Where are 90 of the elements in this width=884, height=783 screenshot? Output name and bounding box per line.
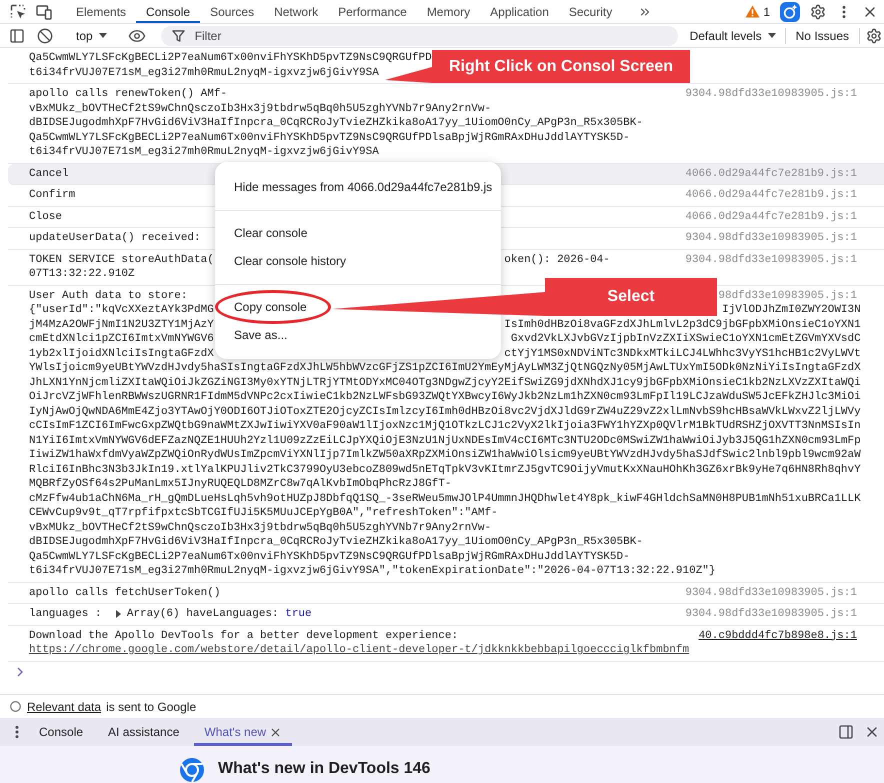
panel-tab[interactable]: Performance [328,0,417,23]
console-text: CEWvCup9v9t_qT7rpfifpxtcSbTCGIfUJi5K5MUuJCEpYgB0A","refreshToken":"AMf- [29,507,498,519]
menu-item[interactable]: Clear console [215,219,326,247]
console-text: t6i34frVUJ07E71sM_eg3i27mh0RmuL2nyqM-igxvzjw6jGivY9SA","tokenExpirationDate":"2026-04-07T13:32:22.910Z"} [29,565,716,577]
sidebar-icon[interactable] [9,28,25,44]
boolean-value: true [285,607,312,622]
console-text: dBIDSEJugodmhXpF7HvGid6ViV3HaIfInpcra_0CqRCRoJyTvieZHZkika8oA17yy_1UiomO0nCy_APgP3n_R5x305BK- [29,536,643,548]
issues-button[interactable]: No Issues [796,26,849,44]
console-text: YWlsIjoicm9yeUBtYWVzdHJvdy5haSIsIngtaGFzdXJhLW5hbWVzcGFjZS1pZCI6ImU2YmEyMjAyLWM3ZjQtNGQzNy05MjAwLTUxYmI5ODk0NzNiYiIsIngtaGFzdX [29,362,861,374]
console-text: N1YiI6ImtxVmNYWGV6dEFZazNQZE1HUUh2Yzl1U09zZzEiLCJpYXQiOjE3NzU1NjUxNDEsImV4cCI6MTc3NTU2ODc0MSwiZW1haWwiOiJyb3J5QG1hZXN0cm93LmFp [29,434,861,446]
console-text: Gxvd2VkLXJvbGVzIjpbInVzZXIiXSwieC1oYXN1cmEtZGVmYXVsdC [510,332,861,346]
console-text: JhLXN1YnNjcmliZXItaWQiOiJkZGZiNGI3My0xYTNjLTRjYTMtODYxMC04OTg3NDgwZjcyY2EifSwiZG9jdXNhdXJ1cy9jbGFpbXMiOnsieC1kb2NzLXVzZXItaWQi [29,376,861,388]
panel-tab[interactable]: Memory [416,0,480,23]
issues-counter[interactable]: 1 [745,2,770,20]
clear-icon[interactable] [37,28,53,44]
close-tab-icon[interactable] [269,726,282,738]
caret-icon [98,33,107,38]
callout-text: Right Click on Consol Screen [448,56,674,76]
console-text: cMzFfw4ub1aChN6Ma_rH_gQmDLueHsLqh5vh9otHUZpJ8DbfqQ1SQ_-3seRWeu5mwJOlP4UmmnJHQDhwlet4Y8pk_kiwF4GHldchSaMN0H8PUB1mNh51xuBRCa1LLK [29,492,861,504]
console-text: OiJrcVZjWFhlenRBWWszUGRNR1FIdmM5dVNPc2cxIiwieC1kb2NzLWFsbG93ZWQtYXBwcyI6WyJkb2NzLm1hZXN0cm93LmFpIl19LCJzaWduSW5JcEFkZHJlc3MiOi [29,391,861,403]
array-preview[interactable]: Array(6) [126,607,180,622]
console-text: IjVlODJhZmI0ZWY2OWI3N [722,303,861,318]
console-text: t6i34frVUJ07E71sM_eg3i27mh0RmuL2nyqM-igxvzjw6jGivY9SA [29,66,379,78]
console-text: IyNjAwOjQwNDA6MmE4Zjo3YTAwOjY0ODI6OTJiOToxZTE2OjcyZCIsImlzcyI6Imh0dHBzOi8vc2VjdXJldG9rZW4uZ29vZ2xlLmNvbS9hcHBsaWVkLWxvZ2ljLWVy [29,406,861,418]
drawer-tab[interactable]: AI assistance [98,718,190,746]
warning-icon [745,5,760,18]
console-text: 1yb2xlIjoidXNlciIsIngtaGFzdX [29,348,214,360]
panel-title: What's new in DevTools 146 [218,759,430,779]
console-text: oken(): 2026-04- [504,252,610,267]
menu-item[interactable]: Clear console history [215,247,366,275]
menu-item[interactable]: Hide messages from 4066.0d29a44fc7e281b9.js [215,173,512,201]
panel-tab[interactable]: Application [480,0,559,23]
cursor-square-icon[interactable] [10,4,26,20]
console-text: cCIsImF1ZCI6ImFwcGxpZWQtbG9naWMtZXJwIiwiYXV0aF90aW1lIjoxNzc1MjQ1OTkzLCJ1c2VyX2lkIjoia3FWY1hYZXp0QVlrM1BkTUdRSHZjOXVTT3NnMSIsIn [29,420,861,432]
console-text: dBIDSEJugodmhXpF7HvGid6ViV3HaIfInpcra_0CqRCRoJyTvieZHZkika8oA17yy_1UiomO0nCy_APgP3n_R5x305BK- [29,117,643,129]
panel-tab[interactable]: Console [136,0,200,23]
console-text: Confirm [29,189,76,201]
circle-logo-icon [180,758,204,782]
devices-icon[interactable] [36,4,52,20]
console-text: jM4MzA2OWFjNmI1N2U3ZTY1MjAzY [29,318,214,330]
prompt-chevron-icon [17,667,23,677]
settings-icon[interactable] [866,28,882,44]
callout-text: Select [607,287,655,307]
console-text: languages : [29,607,102,622]
console-text: cmEtdXNlci1pZCI6ImtxVmNYWGV6 [29,333,214,345]
menu-item[interactable]: Copy console [219,293,322,321]
panel-tab[interactable]: Network [264,0,328,23]
console-text: updateUserData() received: [29,232,201,244]
console-text: Close [29,210,62,222]
console-text: RlciI6InBhc3N3b3JkIn19.xtlYalKPUJliv2TkC3799OyU3ebcoZ809wd5nETqTpkV3vKItmrZJ5gvTC9OijyVmutKxXNauHOhKh3GZ6xrBk9yHe7q6HN8Rh8qhvY [29,464,861,476]
console-text: Qa5CwmWLY7LSFcKgBECLi2P7eaNum6Tx00nviFhYSKhD5pvTZ9NsC9QRGUfPDlsaBpjWjRGmRAxDHuJddlAYTYSK5D- [29,550,630,562]
expand-triangle-icon[interactable] [116,610,122,618]
console-text: IiwiZW1haWxfdmVyaWZpZWQiOnRydWUsImZpcmViYXNlIjp7ImlkZW50aXRpZXMiOnsiZW1haWwiOlsicm9yeUBtYWVzdHJvdy5haSJdfSwic2lnbl9pbl9wcm92aW [29,449,861,461]
caret-icon [768,33,776,38]
console-text: MQBRfZyOSf64s2PuManLmx5IJnyRUQEQLD8MZrC8w7qAlKvbImObqPhcRzJ8GfT- [29,478,452,490]
context-selector[interactable]: top [76,26,107,44]
funnel-icon [172,30,185,42]
source-link[interactable]: 40.c9bddd4fc7b898e8.js:1 [698,628,857,643]
console-text: vBxMUkz_bOVTHeCf2tS9wChnQsczoIb3Hx3j9tbdrw5qBq0h5U5zghYVNb7r9Any2rnVw- [29,522,492,534]
console-text: Qa5CwmWLY7LSFcKgBECLi2P7eaNum6Tx00nviFhYSKhD5pvTZ9NsC9QRGUfPD [29,52,432,64]
console-text: Cancel [29,168,69,180]
console-text: IsImh0dHBzOi8vaGFzdXJhLmlvL2p3dC9jbGFpbXMiOnsieC1oYXN1 [504,318,861,332]
sparkle-badge-icon[interactable] [780,2,800,22]
console-text: Qa5CwmWLY7LSFcKgBECLi2P7eaNum6Tx00nviFhYSKhD5pvTZ9NsC9QRGUfPDlsaBpjWjRGmRAxDHuJddlAYTYSK5D- [29,132,630,144]
settings-icon[interactable] [810,4,826,20]
menu-item[interactable]: Save as... [215,321,306,349]
panel-tab[interactable]: Elements [66,0,136,23]
console-text: {"userId":"kqVcXXeztAYk3PdMG [29,304,214,316]
notice-text: is sent to Google [106,698,196,716]
console-text: haveLanguages: [186,607,279,622]
console-text: User Auth data to store: [29,290,188,302]
panel-tab[interactable]: Sources [200,0,264,23]
console-text: apollo calls renewToken() AMf- [29,88,228,100]
console-text: vBxMUkz_bOVTHeCf2tS9wChnQsczoIb3Hx3j9tbdrw5qBq0h5U5zghYVNb7r9Any2rnVw- [29,102,492,114]
filter-field[interactable]: Filter [160,26,678,46]
filter-input[interactable]: Filter [194,26,395,44]
panel-tab[interactable]: Security [558,0,622,23]
console-text: apollo calls fetchUserToken() [29,586,220,598]
console-text: TOKEN SERVICE storeAuthData( [29,254,214,266]
console-text: t6i34frVUJ07E71sM_eg3i27mh0RmuL2nyqM-igxvzjw6jGivY9SA [29,146,379,158]
console-text: Download the Apollo DevTools for a better development experience: [29,630,458,642]
drawer-tab[interactable]: What's new [194,718,292,746]
drawer-tab[interactable]: Console [29,718,94,746]
console-text: ctYjY1MS0xNDViNTc3NDkxMTkiLCJ4LWhhc3VyYS1hcHB1c2VyLWVt [504,346,861,361]
url-link[interactable]: https://chrome.google.com/webstore/detail/apollo-client-developer-t/jdkknkkbebbapilgoeccciglkfbmbnfm [29,644,690,656]
circle-icon [10,701,21,712]
relevant-data-link[interactable]: Relevant data [27,698,102,716]
console-text: 07T13:32:22.910Z [29,268,135,280]
dock-panel-icon[interactable] [838,724,854,740]
log-levels-dropdown[interactable]: Default levels [690,26,776,44]
